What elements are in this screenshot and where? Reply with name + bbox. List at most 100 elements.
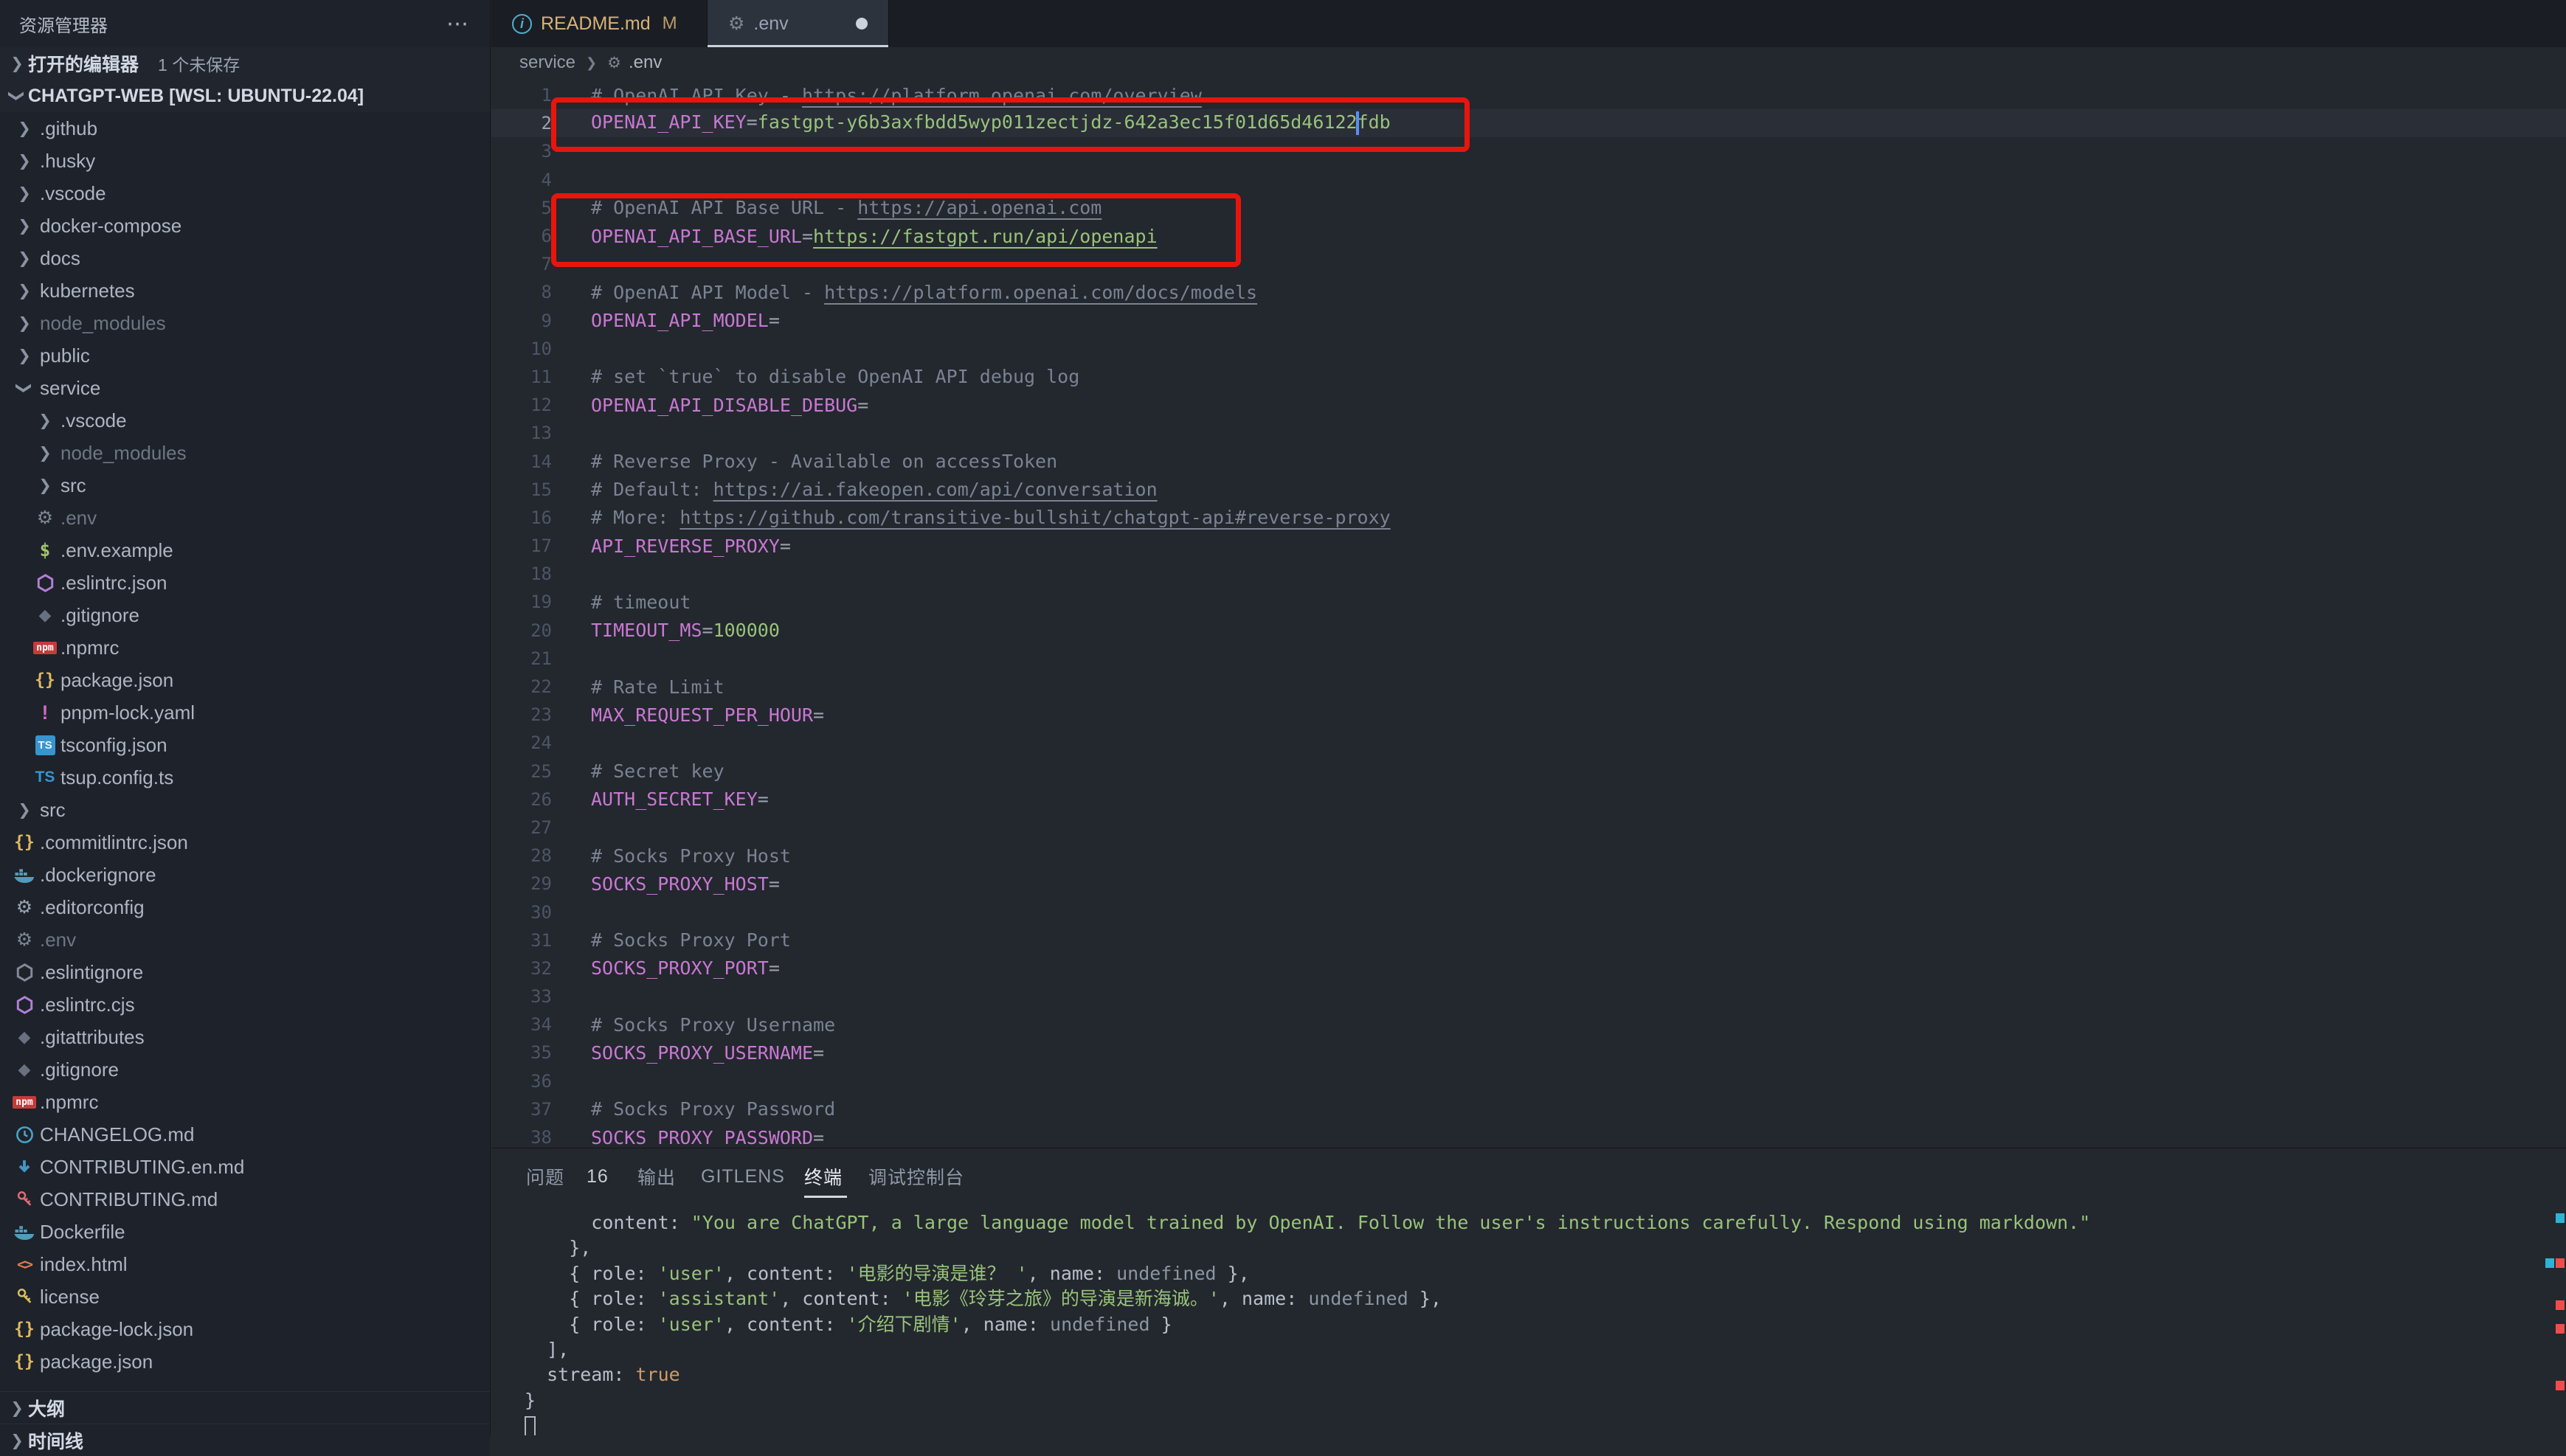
panel-tab-gitlens[interactable]: GITLENS: [701, 1162, 785, 1191]
code-line-26: 26AUTH_SECRET_KEY=: [491, 786, 2566, 814]
panel-tab-label: GITLENS: [701, 1166, 785, 1188]
file-license[interactable]: license: [0, 1280, 490, 1313]
file-.gitignore[interactable]: ◆.gitignore: [0, 599, 490, 631]
folder-docker-compose[interactable]: ❯docker-compose: [0, 209, 490, 242]
file-CONTRIBUTING.md[interactable]: CONTRIBUTING.md: [0, 1183, 490, 1216]
workspace-section[interactable]: ❯ CHATGPT-WEB [WSL: UBUNTU-22.04]: [0, 80, 490, 112]
terminal-line-6: ],: [525, 1337, 2544, 1362]
git-icon: ◆: [30, 606, 60, 625]
file-.gitattributes[interactable]: ◆.gitattributes: [0, 1021, 490, 1053]
tab-env[interactable]: ⚙ .env: [708, 0, 889, 47]
tree-item-label: service: [40, 377, 100, 400]
git-icon: ◆: [9, 1027, 40, 1047]
file-Dockerfile[interactable]: Dockerfile: [0, 1216, 490, 1248]
tree-item-label: src: [60, 474, 86, 497]
terminal-output[interactable]: content: "You are ChatGPT, a large langu…: [525, 1210, 2544, 1435]
line-number: 3: [491, 141, 552, 162]
folder-docs[interactable]: ❯docs: [0, 242, 490, 274]
line-number: 38: [491, 1127, 552, 1148]
panel-tab-output[interactable]: 输出: [637, 1162, 676, 1191]
tree-item-label: .husky: [40, 150, 95, 173]
breadcrumb-file[interactable]: .env: [629, 52, 662, 73]
file-.npmrc[interactable]: npm.npmrc: [0, 631, 490, 664]
line-number: 7: [491, 254, 552, 274]
tree-item-label: .editorconfig: [40, 896, 145, 919]
tab-readme-md[interactable]: i README.md M: [491, 0, 708, 47]
panel-tab-label: 问题: [526, 1163, 564, 1190]
line-number: 8: [491, 282, 552, 302]
folder-public[interactable]: ❯public: [0, 339, 490, 372]
timeline-label: 时间线: [28, 1427, 83, 1454]
file-tsup.config.ts[interactable]: TStsup.config.ts: [0, 761, 490, 794]
folder-src[interactable]: ❯src: [0, 794, 490, 826]
timeline-section[interactable]: ❯ 时间线: [0, 1424, 490, 1456]
arrowdown-icon: [9, 1157, 40, 1176]
file-package.json[interactable]: {}package.json: [0, 664, 490, 696]
file-index.html[interactable]: <>index.html: [0, 1248, 490, 1280]
folder-.vscode[interactable]: ❯.vscode: [0, 404, 490, 437]
tree-item-label: .eslintrc.cjs: [40, 994, 135, 1016]
excl-icon: !: [30, 701, 60, 724]
file-.eslintignore[interactable]: .eslintignore: [0, 956, 490, 988]
code-line-4: 4: [491, 166, 2566, 194]
more-actions-icon[interactable]: ⋯: [446, 11, 471, 37]
unsaved-dot-icon[interactable]: [856, 18, 868, 30]
tree-item-label: .npmrc: [60, 637, 119, 659]
panel-tab-terminal[interactable]: 终端: [804, 1162, 843, 1191]
file-pnpm-lock.yaml[interactable]: !pnpm-lock.yaml: [0, 696, 490, 729]
gear-icon: ⚙: [9, 929, 40, 951]
folder-kubernetes[interactable]: ❯kubernetes: [0, 274, 490, 307]
folder-.husky[interactable]: ❯.husky: [0, 145, 490, 177]
line-number: 6: [491, 226, 552, 246]
file-.env[interactable]: ⚙.env: [0, 923, 490, 956]
overview-ruler-mark: [2556, 1213, 2565, 1223]
file-.npmrc[interactable]: npm.npmrc: [0, 1086, 490, 1118]
file-.env.example[interactable]: $.env.example: [0, 534, 490, 566]
code-editor[interactable]: 1# OpenAI API Key - https://platform.ope…: [491, 78, 2566, 1148]
terminal-line-5: { role: 'user', content: '介绍下剧情', name: …: [525, 1312, 2544, 1337]
file-package-lock.json[interactable]: {}package-lock.json: [0, 1313, 490, 1345]
tree-item-label: src: [40, 799, 66, 822]
line-number: 11: [491, 367, 552, 387]
chevron-right-icon: ❯: [9, 344, 40, 367]
outline-section[interactable]: ❯ 大纲: [0, 1391, 490, 1424]
chevron-right-icon: ❯: [6, 52, 28, 74]
tree-item-label: .npmrc: [40, 1091, 98, 1114]
tree-item-label: kubernetes: [40, 280, 135, 302]
file-CHANGELOG.md[interactable]: CHANGELOG.md: [0, 1118, 490, 1151]
open-editors-section[interactable]: ❯ 打开的编辑器 1 个未保存: [0, 47, 490, 80]
file-.env[interactable]: ⚙.env: [0, 502, 490, 534]
tree-item-label: CHANGELOG.md: [40, 1123, 195, 1146]
file-.eslintrc.json[interactable]: .eslintrc.json: [0, 566, 490, 599]
code-line-9: 9OPENAI_API_MODEL=: [491, 307, 2566, 335]
tree-item-label: .gitignore: [60, 604, 139, 627]
tree-item-label: .eslintignore: [40, 961, 143, 984]
folder-service[interactable]: ❯service: [0, 372, 490, 404]
file-.dockerignore[interactable]: .dockerignore: [0, 859, 490, 891]
folder-.github[interactable]: ❯.github: [0, 112, 490, 145]
file-CONTRIBUTING.en.md[interactable]: CONTRIBUTING.en.md: [0, 1151, 490, 1183]
folder-.vscode[interactable]: ❯.vscode: [0, 177, 490, 209]
folder-src[interactable]: ❯src: [0, 469, 490, 502]
code-line-33: 33: [491, 982, 2566, 1010]
file-.eslintrc.cjs[interactable]: .eslintrc.cjs: [0, 988, 490, 1021]
overview-ruler-mark: [2556, 1300, 2565, 1310]
bottom-panel: 问题16 输出 GITLENS 终端调试控制台 content: "You are C…: [491, 1148, 2566, 1435]
tree-item-label: Dockerfile: [40, 1221, 125, 1244]
panel-tab-problems[interactable]: 问题16: [526, 1162, 609, 1191]
panel-tab-debug-console[interactable]: 调试控制台: [868, 1162, 964, 1191]
file-tsconfig.json[interactable]: TStsconfig.json: [0, 729, 490, 761]
tree-item-label: docs: [40, 247, 80, 270]
breadcrumb-folder[interactable]: service: [519, 52, 575, 73]
code-line-25: 25# Secret key: [491, 758, 2566, 786]
file-package.json[interactable]: {}package.json: [0, 1345, 490, 1378]
folder-node_modules[interactable]: ❯node_modules: [0, 307, 490, 339]
file-.gitignore[interactable]: ◆.gitignore: [0, 1053, 490, 1086]
folder-node_modules[interactable]: ❯node_modules: [0, 437, 490, 469]
line-number: 12: [491, 395, 552, 415]
file-tree: ❯.github❯.husky❯.vscode❯docker-compose❯d…: [0, 112, 490, 1378]
file-.editorconfig[interactable]: ⚙.editorconfig: [0, 891, 490, 923]
docker-icon: [9, 865, 40, 884]
file-.commitlintrc.json[interactable]: {}.commitlintrc.json: [0, 826, 490, 859]
code-line-10: 10: [491, 335, 2566, 363]
